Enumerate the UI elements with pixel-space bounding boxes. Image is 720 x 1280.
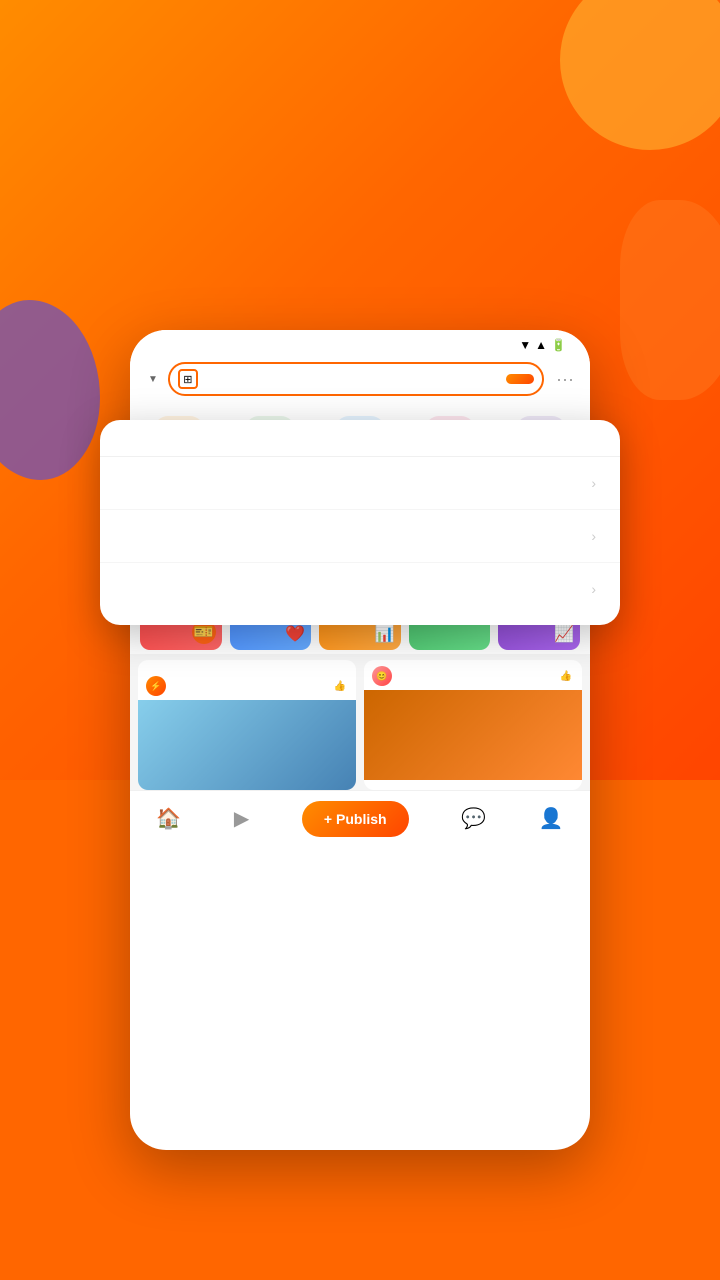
bottom-nav: 🏠 ▶ + Publish 💬 👤: [130, 790, 590, 851]
card-1-avatar: ⚡: [146, 676, 166, 696]
home-icon: 🏠: [156, 806, 181, 831]
chevron-language-icon: ›: [591, 581, 596, 597]
more-options-icon[interactable]: ···: [554, 369, 576, 390]
publish-button[interactable]: + Publish: [302, 801, 409, 837]
publish-plus-icon: +: [324, 811, 332, 827]
status-icons: ▼ ▲ 🔋: [519, 338, 570, 352]
settings-header: [100, 420, 620, 457]
location-button[interactable]: ▼: [144, 374, 158, 385]
nav-video[interactable]: ▶: [234, 806, 249, 833]
battery-icon: 🔋: [551, 338, 566, 352]
thumbs-up-icon: 👍: [334, 681, 346, 692]
settings-dark-right: ›: [587, 528, 596, 544]
card-2-avatar: 😊: [372, 666, 392, 686]
content-card-1[interactable]: ⚡ 👍: [138, 660, 356, 790]
content-cards-row: ⚡ 👍 😊 👍: [130, 654, 590, 790]
status-bar: ▼ ▲ 🔋: [130, 330, 590, 356]
location-arrow-icon: ▼: [148, 374, 158, 385]
publish-label: Publish: [336, 811, 387, 827]
blob-decoration-right: [620, 200, 720, 400]
search-area: ▼ ⊞ ···: [130, 356, 590, 402]
settings-row-dark[interactable]: ›: [100, 510, 620, 563]
thumbs-up-2-icon: 👍: [560, 671, 572, 682]
banner-ranking-icon: 📊: [375, 624, 395, 644]
hero-section: [0, 60, 720, 150]
card-2-meta: 😊 👍: [364, 660, 582, 690]
settings-row-elder[interactable]: ›: [100, 457, 620, 510]
search-icon-box: ⊞: [178, 369, 198, 389]
chevron-dark-icon: ›: [591, 528, 596, 544]
chevron-elder-icon: ›: [591, 475, 596, 491]
search-box[interactable]: ⊞: [168, 362, 544, 396]
video-icon: ▶: [234, 806, 249, 831]
content-card-2[interactable]: 😊 👍: [364, 660, 582, 790]
nav-home[interactable]: 🏠: [156, 806, 181, 833]
settings-panel: › › ›: [100, 420, 620, 625]
search-button[interactable]: [506, 374, 534, 384]
nav-me[interactable]: 👤: [539, 806, 564, 833]
wifi-icon: ▼: [519, 338, 531, 352]
card-2-image: [364, 690, 582, 780]
profile-icon: 👤: [539, 806, 564, 831]
message-icon: 💬: [461, 806, 486, 831]
card-2-likes: 👍: [560, 671, 574, 682]
card-1-likes: 👍: [334, 681, 348, 692]
card-1-image: [138, 700, 356, 790]
scan-icon: ⊞: [183, 373, 192, 386]
card-1-meta: ⚡ 👍: [138, 672, 356, 700]
banner-live-stream-icon: 📈: [554, 624, 574, 644]
signal-icon: ▲: [535, 338, 547, 352]
settings-elder-right: ›: [587, 475, 596, 491]
settings-language-right: ›: [591, 581, 596, 597]
card-1-text: [138, 660, 356, 672]
nav-message[interactable]: 💬: [461, 806, 486, 833]
banner-top-brand-icon: ❤️: [285, 624, 305, 644]
hero-title: [0, 60, 720, 150]
settings-row-language[interactable]: ›: [100, 563, 620, 615]
